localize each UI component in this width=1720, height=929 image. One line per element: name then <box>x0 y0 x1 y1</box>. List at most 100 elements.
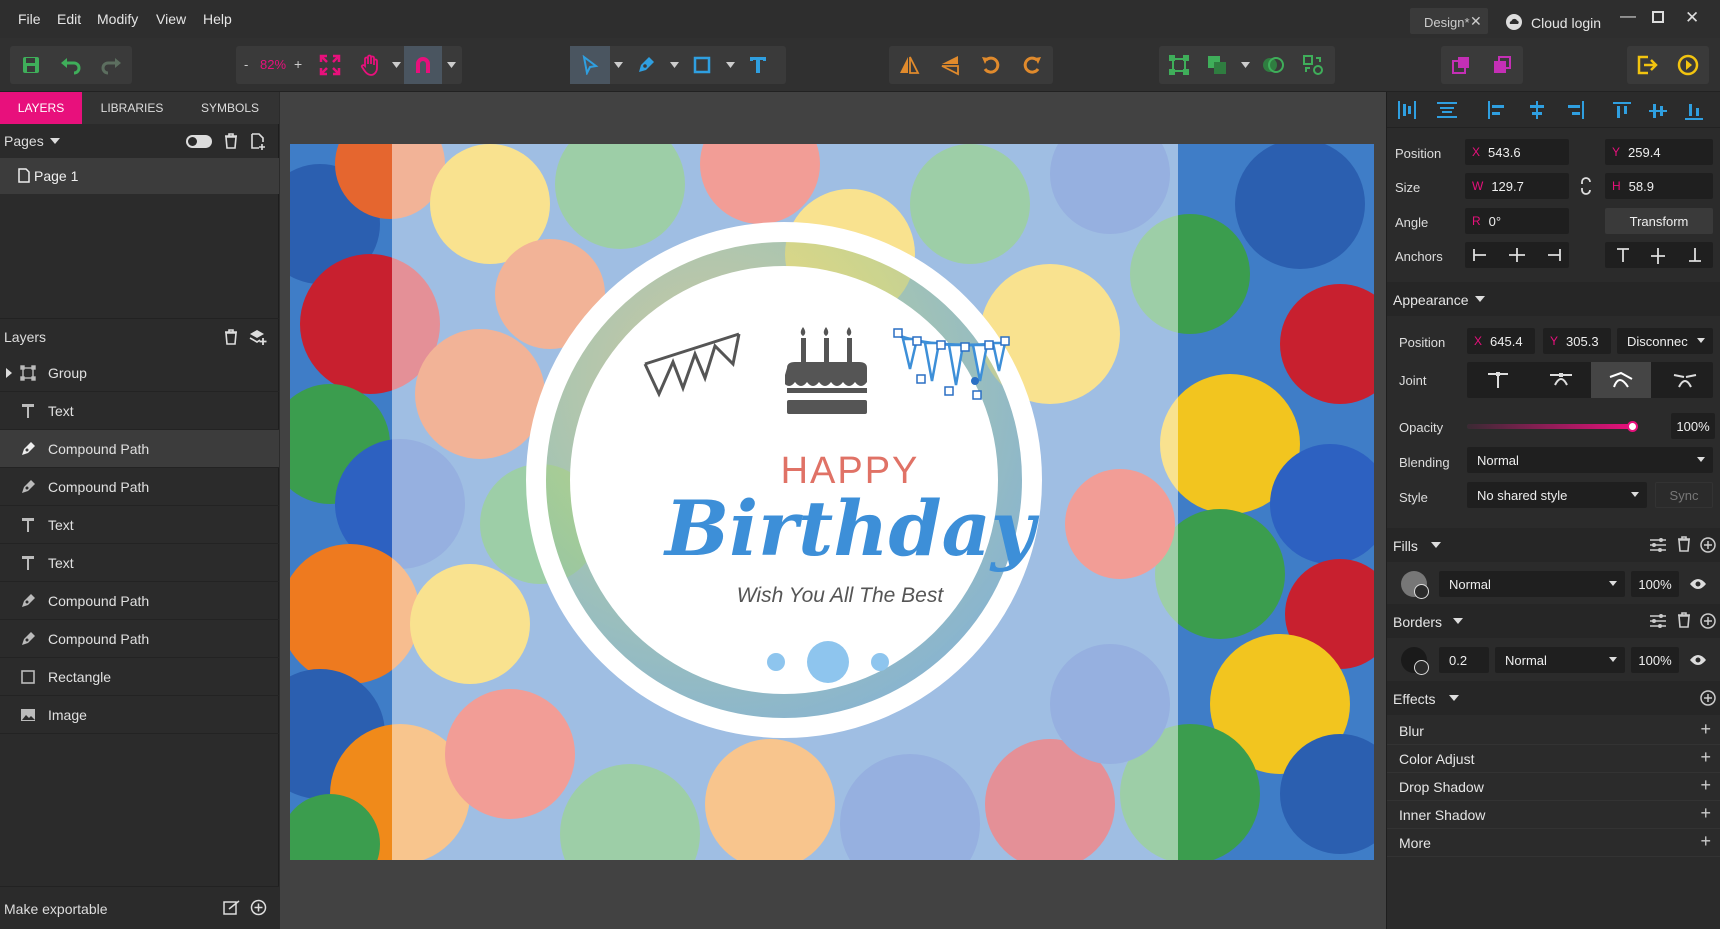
fit-view-button[interactable] <box>310 46 350 84</box>
border-blend-dropdown[interactable]: Normal <box>1495 647 1625 673</box>
layer-row-text[interactable]: Text <box>0 392 279 430</box>
garland-compound-path[interactable] <box>893 325 1011 409</box>
flip-horizontal-button[interactable] <box>889 46 929 84</box>
width-field[interactable]: W 129.7 <box>1465 173 1569 199</box>
align-top-icon[interactable] <box>1613 101 1631 121</box>
fills-header[interactable]: Fills <box>1387 528 1720 562</box>
shape-options-caret[interactable] <box>722 46 738 84</box>
shape-position-x-field[interactable]: X 645.4 <box>1467 328 1535 354</box>
add-fill-icon[interactable] <box>1700 537 1716 553</box>
blending-dropdown[interactable]: Normal <box>1467 447 1713 473</box>
text-tool-button[interactable] <box>738 46 778 84</box>
border-opacity-field[interactable]: 100% <box>1631 647 1679 673</box>
anchor-bottom-icon[interactable] <box>1689 248 1701 262</box>
border-width-field[interactable]: 0.2 <box>1439 647 1489 673</box>
group-button[interactable] <box>1159 46 1199 84</box>
zoom-out-button[interactable]: - <box>244 57 248 72</box>
delete-border-icon[interactable] <box>1677 612 1691 628</box>
tab-symbols[interactable]: SYMBOLS <box>186 92 274 124</box>
layer-row-image[interactable]: Image <box>0 696 279 734</box>
add-border-icon[interactable] <box>1700 613 1716 629</box>
pan-tool-button[interactable] <box>350 46 390 84</box>
effect-inner-shadow[interactable]: Inner Shadow + <box>1387 801 1720 829</box>
wish-subtitle-text[interactable]: Wish You All The Best <box>690 584 990 608</box>
export-button[interactable] <box>1627 46 1667 84</box>
effects-header[interactable]: Effects <box>1387 681 1720 715</box>
layer-row-rectangle[interactable]: Rectangle <box>0 658 279 696</box>
snap-button[interactable] <box>404 46 442 84</box>
distribute-vertical-icon[interactable] <box>1437 101 1457 119</box>
send-backward-button[interactable] <box>1482 46 1522 84</box>
close-tab-icon[interactable]: ✕ <box>1470 13 1482 30</box>
anchor-top-icon[interactable] <box>1617 248 1629 262</box>
lock-ratio-icon[interactable] <box>1579 177 1593 195</box>
delete-page-icon[interactable] <box>224 133 238 149</box>
add-layer-icon[interactable] <box>249 328 267 346</box>
add-color-adjust-icon[interactable]: + <box>1700 747 1711 768</box>
birthday-text[interactable]: Birthday <box>650 484 1050 573</box>
effect-more[interactable]: More + <box>1387 829 1720 857</box>
close-window-icon[interactable]: ✕ <box>1685 8 1699 28</box>
joint-disconnected-icon[interactable] <box>1673 371 1697 389</box>
tab-layers[interactable]: LAYERS <box>0 92 82 124</box>
menu-help[interactable]: Help <box>203 11 232 27</box>
add-more-effect-icon[interactable]: + <box>1700 831 1711 852</box>
pages-caret-icon[interactable] <box>50 138 60 144</box>
zoom-in-button[interactable]: + <box>294 56 302 72</box>
position-y-field[interactable]: Y 259.4 <box>1605 139 1713 165</box>
page-item[interactable]: Page 1 <box>0 158 279 194</box>
distribute-horizontal-icon[interactable] <box>1397 101 1417 119</box>
canvas-area[interactable]: HAPPY Birthday Wish You All The Best <box>280 92 1386 929</box>
snap-options-caret[interactable] <box>443 46 459 84</box>
joint-mirrored-icon[interactable] <box>1549 371 1573 389</box>
rotate-right-button[interactable] <box>1012 46 1052 84</box>
document-tab[interactable]: Design* ✕ <box>1410 8 1488 34</box>
align-left-icon[interactable] <box>1487 101 1507 119</box>
align-bottom-icon[interactable] <box>1685 101 1703 121</box>
joint-asymmetric-active[interactable] <box>1591 362 1651 398</box>
shape-tool-button[interactable] <box>682 46 722 84</box>
pages-toggle[interactable] <box>186 135 212 148</box>
minimize-icon[interactable]: — <box>1620 8 1636 26</box>
effect-blur[interactable]: Blur + <box>1387 717 1720 745</box>
zoom-level[interactable]: 82% <box>260 57 286 72</box>
pen-tool-button[interactable] <box>626 46 666 84</box>
pan-options-caret[interactable] <box>388 46 404 84</box>
opacity-field[interactable]: 100% <box>1671 413 1715 439</box>
anchor-left-icon[interactable] <box>1473 249 1487 261</box>
add-blur-icon[interactable]: + <box>1700 719 1711 740</box>
save-button[interactable] <box>11 46 51 84</box>
opacity-slider-knob[interactable] <box>1627 421 1638 432</box>
border-color-swatch[interactable] <box>1401 647 1429 675</box>
fill-settings-icon[interactable] <box>1649 537 1667 553</box>
pen-options-caret[interactable] <box>666 46 682 84</box>
height-field[interactable]: H 58.9 <box>1605 173 1713 199</box>
layer-row-compound-path[interactable]: Compound Path <box>0 468 279 506</box>
birthday-cake-icon[interactable] <box>785 326 869 416</box>
bring-forward-button[interactable] <box>1441 46 1481 84</box>
make-exportable-label[interactable]: Make exportable <box>4 901 108 917</box>
effect-color-adjust[interactable]: Color Adjust + <box>1387 745 1720 773</box>
layer-row-text[interactable]: Text <box>0 506 279 544</box>
flip-vertical-button[interactable] <box>930 46 970 84</box>
anchor-center-h-icon[interactable] <box>1509 248 1525 262</box>
menu-modify[interactable]: Modify <box>97 11 138 27</box>
layer-row-compound-path[interactable]: Compound Path <box>0 620 279 658</box>
menu-file[interactable]: File <box>18 11 41 27</box>
disconnect-dropdown[interactable]: Disconnec <box>1617 328 1713 354</box>
rotate-left-button[interactable] <box>971 46 1011 84</box>
add-drop-shadow-icon[interactable]: + <box>1700 775 1711 796</box>
select-options-caret[interactable] <box>610 46 626 84</box>
anchor-right-icon[interactable] <box>1547 249 1561 261</box>
mask-button[interactable] <box>1253 46 1293 84</box>
delete-fill-icon[interactable] <box>1677 536 1691 552</box>
align-center-horizontal-icon[interactable] <box>1527 101 1547 119</box>
menu-view[interactable]: View <box>156 11 186 27</box>
shared-style-dropdown[interactable]: No shared style <box>1467 482 1647 508</box>
decorative-dots[interactable] <box>766 640 896 684</box>
undo-button[interactable] <box>51 46 91 84</box>
effect-drop-shadow[interactable]: Drop Shadow + <box>1387 773 1720 801</box>
border-settings-icon[interactable] <box>1649 613 1667 629</box>
angle-field[interactable]: R 0° <box>1465 208 1569 234</box>
sync-button[interactable]: Sync <box>1655 482 1713 508</box>
